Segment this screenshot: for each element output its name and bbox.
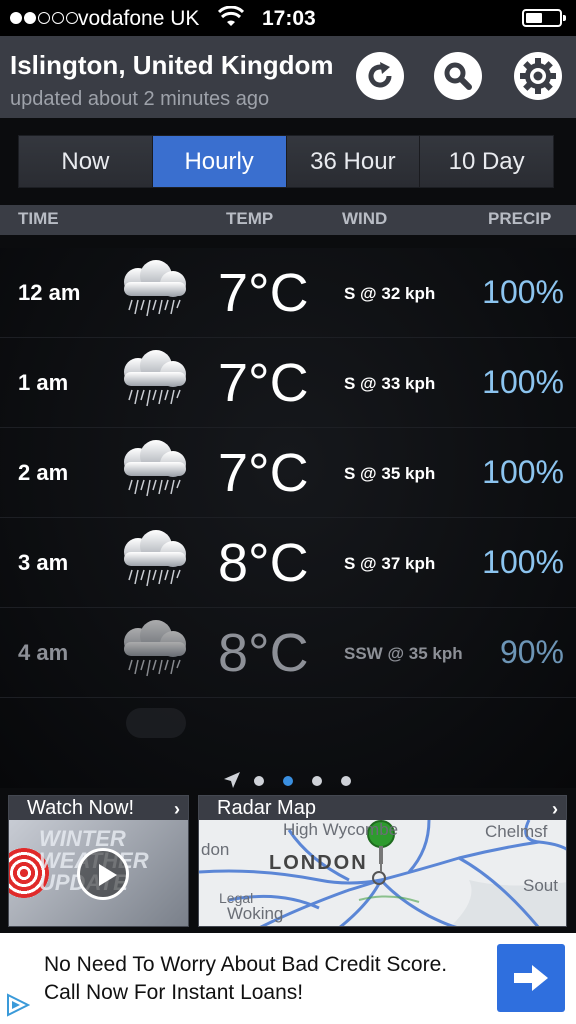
- location-title: Islington, United Kingdom: [10, 50, 334, 80]
- table-row[interactable]: 4 am 8°C SSW @ 35 kph 90%: [0, 608, 576, 698]
- wifi-icon: [218, 6, 244, 26]
- tab-10-day[interactable]: 10 Day: [420, 136, 553, 187]
- status-bar: vodafone UK 17:03: [0, 0, 576, 36]
- row-time: 4 am: [18, 640, 69, 665]
- row-wind: S @ 37 kph: [344, 554, 436, 573]
- row-precip: 100%: [482, 454, 564, 490]
- ad-text: No Need To Worry About Bad Credit Score.…: [44, 953, 448, 1004]
- advertisement-banner[interactable]: No Need To Worry About Bad Credit Score.…: [0, 933, 576, 1024]
- radar-map-label: Radar Map: [217, 797, 316, 819]
- video-thumbnail[interactable]: WINTER WEATHER UPDATE: [9, 820, 188, 926]
- row-temp: 7°C: [218, 353, 309, 413]
- signal-strength-icon: [10, 12, 78, 24]
- map-label: LONDON: [269, 852, 368, 874]
- row-time: 3 am: [18, 550, 69, 575]
- row-precip: 100%: [482, 364, 564, 400]
- forecast-tabs: Now Hourly 36 Hour 10 Day: [18, 135, 554, 188]
- watch-now-title: Watch Now! ›: [9, 796, 188, 820]
- row-time: 1 am: [18, 370, 69, 395]
- rain-cloud-icon: [116, 528, 192, 592]
- header-precip: PRECIP: [488, 209, 552, 228]
- page-dot[interactable]: [283, 776, 293, 786]
- map-label: Sout: [523, 876, 558, 895]
- row-wind: S @ 32 kph: [344, 284, 436, 303]
- row-wind: S @ 35 kph: [344, 464, 436, 483]
- search-icon: [444, 62, 472, 90]
- watch-now-label: Watch Now!: [27, 797, 135, 819]
- row-wind: S @ 33 kph: [344, 374, 436, 393]
- settings-icon: [520, 58, 556, 94]
- row-wind: SSW @ 35 kph: [344, 644, 463, 663]
- refresh-button[interactable]: [356, 52, 404, 100]
- table-row[interactable]: 1 am 7°C S @ 33 kph 100%: [0, 338, 576, 428]
- radar-map-card[interactable]: Radar Map › High Wycombe Chelmsf don LON…: [198, 795, 567, 927]
- clock: 17:03: [262, 7, 316, 30]
- page-dot[interactable]: [341, 776, 351, 786]
- header-temp: TEMP: [226, 209, 274, 228]
- table-header: TIME TEMP WIND PRECIP: [0, 205, 576, 235]
- search-button[interactable]: [434, 52, 482, 100]
- rain-cloud-icon: [116, 618, 192, 682]
- page-indicator[interactable]: [222, 770, 362, 792]
- row-temp: 8°C: [218, 533, 309, 593]
- chevron-right-icon: ›: [552, 799, 558, 819]
- radar-map[interactable]: High Wycombe Chelmsf don LONDON Sout Leg…: [199, 820, 566, 926]
- table-row[interactable]: 12 am 7°C S @ 32 kph 100%: [0, 248, 576, 338]
- rain-cloud-icon: [116, 438, 192, 502]
- header: Islington, United Kingdom updated about …: [0, 36, 576, 118]
- header-time: TIME: [18, 209, 59, 228]
- tab-hourly[interactable]: Hourly: [152, 136, 287, 187]
- row-temp: 7°C: [218, 263, 309, 323]
- page-dot[interactable]: [312, 776, 322, 786]
- ad-choices-icon[interactable]: [4, 993, 30, 1017]
- carrier-name: vodafone UK: [78, 7, 200, 30]
- play-icon[interactable]: [77, 848, 129, 900]
- row-temp: 7°C: [218, 443, 309, 503]
- page-dot[interactable]: [254, 776, 264, 786]
- battery-icon: [522, 9, 566, 27]
- row-precip: 90%: [499, 634, 564, 670]
- faded-cloud-icon: [126, 708, 186, 738]
- hourly-list[interactable]: 12 am 7°C S @ 32 kph 100% 1 am 7°C S @ 3…: [0, 248, 576, 788]
- chevron-right-icon: ›: [174, 799, 180, 819]
- map-label: High Wycombe: [283, 820, 399, 839]
- table-row[interactable]: 3 am 8°C S @ 37 kph 100%: [0, 518, 576, 608]
- row-precip: 100%: [482, 274, 564, 310]
- row-time: 12 am: [18, 280, 81, 305]
- updated-timestamp: updated about 2 minutes ago: [10, 88, 270, 110]
- radar-map-title: Radar Map ›: [199, 796, 566, 820]
- row-precip: 100%: [482, 544, 564, 580]
- tab-now[interactable]: Now: [19, 136, 153, 187]
- row-time: 2 am: [18, 460, 69, 485]
- table-row[interactable]: 2 am 7°C S @ 35 kph 100%: [0, 428, 576, 518]
- map-label: Woking: [227, 904, 284, 923]
- watch-now-card[interactable]: Watch Now! › WINTER WEATHER UPDATE: [8, 795, 189, 927]
- map-label: don: [201, 840, 230, 859]
- rain-cloud-icon: [116, 348, 192, 412]
- header-wind: WIND: [342, 209, 388, 228]
- refresh-icon: [368, 62, 392, 88]
- row-temp: 8°C: [218, 623, 309, 683]
- location-arrow-icon: [224, 772, 240, 788]
- map-label: Chelmsf: [485, 822, 548, 841]
- ad-arrow-button[interactable]: [497, 944, 565, 1012]
- tab-36-hour[interactable]: 36 Hour: [286, 136, 421, 187]
- rain-cloud-icon: [116, 258, 192, 322]
- arrow-right-icon: [514, 965, 548, 991]
- settings-button[interactable]: [514, 52, 562, 100]
